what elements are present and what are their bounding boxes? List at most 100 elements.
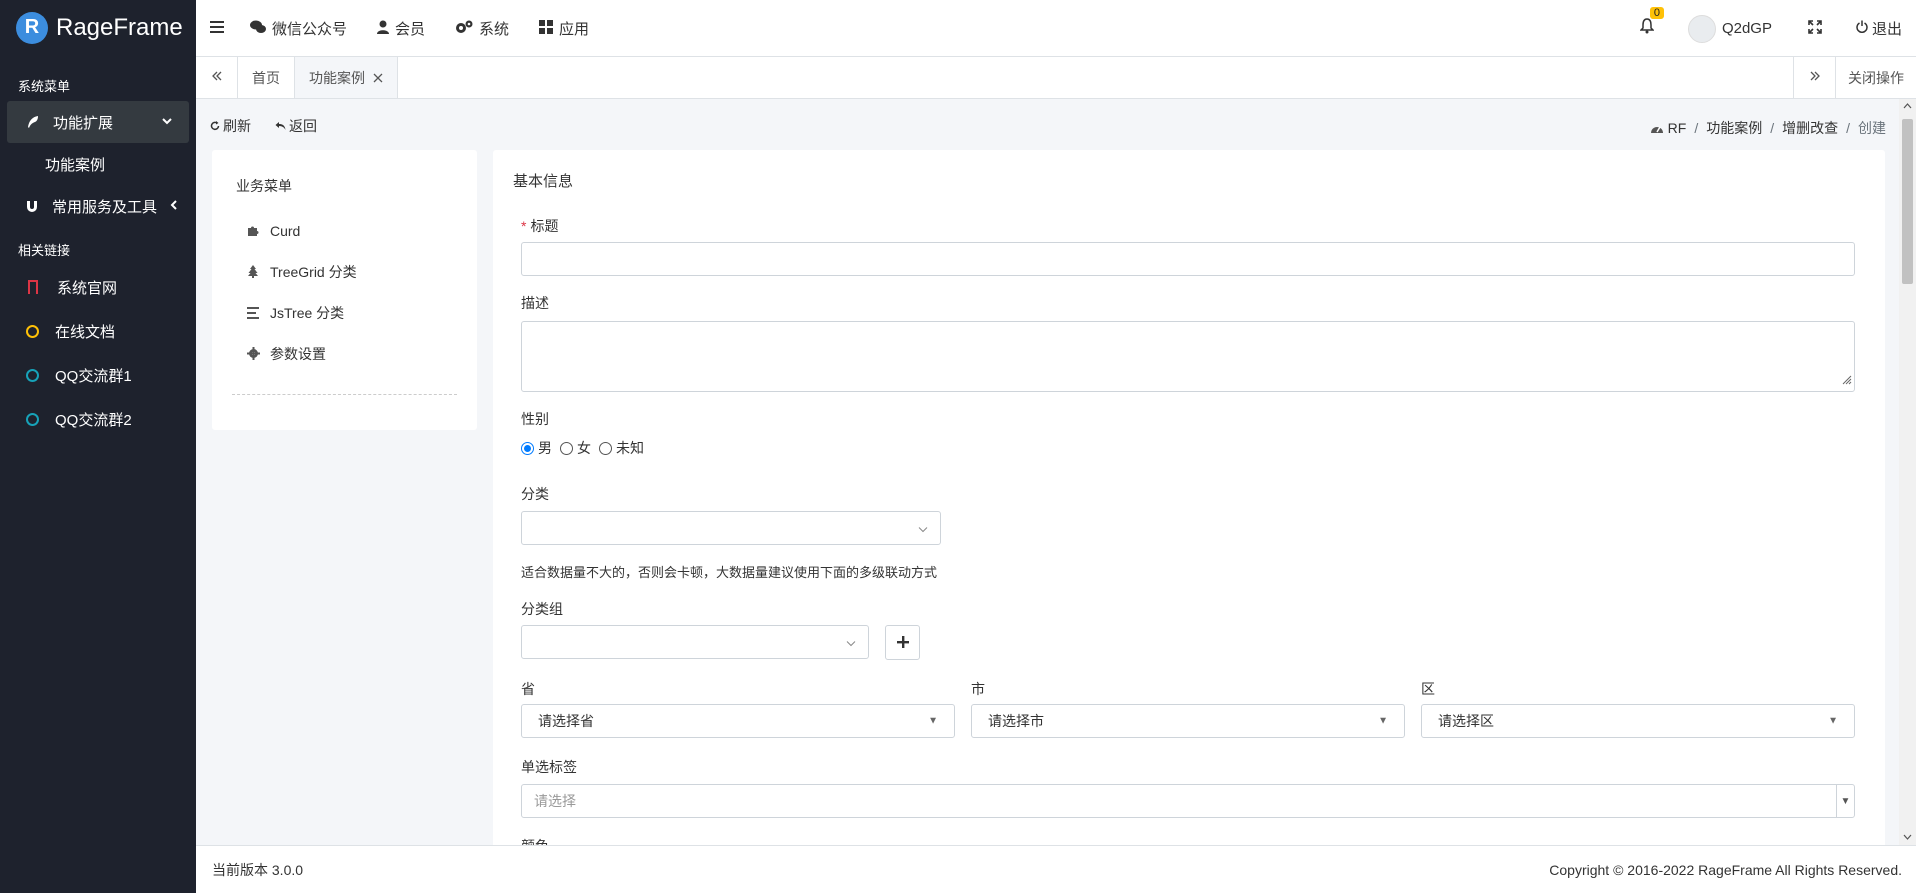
chevron-left-icon	[168, 199, 180, 214]
tabs-scroll-left-button[interactable]	[196, 57, 238, 98]
caret-down-icon: ▼	[928, 715, 938, 727]
province-select-value: 请选择省	[538, 713, 594, 729]
back-button[interactable]: 返回	[275, 116, 329, 136]
version-text: 当前版本 3.0.0	[212, 861, 304, 878]
sidebar-subitem-cases[interactable]: 功能案例	[0, 143, 196, 185]
brand-mark-icon: R	[16, 11, 48, 44]
business-menu-item-treegrid[interactable]: TreeGrid 分类	[212, 251, 477, 292]
double-chevron-left-icon	[211, 69, 223, 87]
nav-label: 应用	[559, 20, 590, 38]
notification-count-badge: 0	[1649, 7, 1664, 19]
page-tabs-bar: 首页 功能案例 关闭操作	[196, 57, 1916, 99]
close-operations-button[interactable]: 关闭操作	[1835, 57, 1916, 98]
refresh-icon	[210, 118, 220, 134]
title-input[interactable]	[521, 242, 1855, 276]
tabs-scroll-right-button[interactable]	[1793, 57, 1835, 98]
avatar[interactable]	[1687, 14, 1716, 43]
card-title: 基本信息	[513, 173, 574, 190]
sidebar-link-docs[interactable]: 在线文档	[0, 309, 196, 353]
tab-home[interactable]: 首页	[238, 57, 295, 98]
brand-logo[interactable]: R RageFrame	[0, 0, 196, 55]
chevron-down-icon	[846, 634, 856, 651]
sidebar-link-qq1[interactable]: QQ交流群1	[0, 353, 196, 397]
description-textarea[interactable]	[521, 321, 1855, 392]
page-scrollbar[interactable]	[1899, 99, 1916, 845]
province-label: 省	[521, 681, 535, 697]
copyright-text: Copyright © 2016-2022 RageFrame All Righ…	[1549, 861, 1902, 878]
feather-icon	[25, 115, 41, 129]
user-name[interactable]: Q2dGP	[1722, 20, 1772, 37]
gender-radio-female[interactable]	[560, 441, 573, 455]
business-menu-item-jstree[interactable]: JsTree 分类	[212, 292, 477, 333]
single-tag-placeholder: 请选择	[534, 793, 576, 809]
chevron-down-icon	[918, 520, 928, 537]
sidebar-section-links: 相关链接	[18, 242, 71, 258]
nav-member[interactable]: 会员	[377, 18, 425, 39]
gear-icon	[246, 347, 260, 360]
single-tag-label: 单选标签	[521, 759, 577, 775]
tab-cases[interactable]: 功能案例	[295, 57, 398, 98]
scroll-up-arrow-icon[interactable]	[1899, 101, 1916, 112]
area-select[interactable]: 请选择区 ▼	[1421, 704, 1855, 738]
city-label: 市	[971, 681, 985, 697]
add-category-group-button[interactable]	[885, 625, 920, 660]
puzzle-icon	[246, 224, 260, 237]
resize-handle-icon[interactable]	[1842, 372, 1852, 389]
sidebar-link-official[interactable]: 系统官网	[0, 265, 196, 309]
grid-icon	[539, 19, 554, 37]
fullscreen-button[interactable]	[1808, 19, 1822, 38]
category-select[interactable]	[521, 511, 941, 545]
expand-icon	[1808, 19, 1822, 38]
sidebar-link-qq2[interactable]: QQ交流群2	[0, 397, 196, 441]
close-icon[interactable]	[373, 70, 383, 86]
double-chevron-right-icon	[1809, 69, 1821, 87]
category-group-select[interactable]	[521, 625, 869, 659]
refresh-button[interactable]: 刷新	[210, 116, 263, 136]
nav-label: 会员	[395, 20, 426, 38]
sidebar-item-tools[interactable]: 常用服务及工具	[0, 185, 196, 227]
breadcrumb-item[interactable]: 功能案例	[1706, 118, 1762, 138]
breadcrumb-item[interactable]: RF	[1668, 120, 1687, 136]
logout-button[interactable]: 退出	[1856, 18, 1902, 39]
gender-radio-male[interactable]	[521, 441, 534, 455]
business-menu-label: 参数设置	[270, 345, 326, 362]
nav-wechat[interactable]: 微信公众号	[250, 18, 347, 39]
tree-icon	[246, 265, 260, 278]
business-menu-item-curd[interactable]: Curd	[212, 210, 477, 251]
business-menu-label: JsTree 分类	[270, 304, 345, 321]
sidebar-toggle-button[interactable]	[210, 20, 224, 37]
province-select[interactable]: 请选择省 ▼	[521, 704, 955, 738]
notifications-button[interactable]: 0	[1639, 7, 1664, 39]
nav-apps[interactable]: 应用	[539, 18, 589, 39]
gender-radio-group: 男 女 未知	[521, 438, 652, 458]
tab-label: 功能案例	[309, 69, 365, 86]
breadcrumb-separator: /	[1694, 120, 1699, 136]
caret-down-icon[interactable]: ▼	[1836, 785, 1854, 817]
brand-name: RageFrame	[56, 13, 183, 41]
gender-option-label: 未知	[616, 440, 644, 456]
nav-system[interactable]: 系统	[455, 18, 509, 39]
breadcrumb-item[interactable]: 增删改查	[1782, 118, 1838, 138]
sidebar-item-extensions[interactable]: 功能扩展	[7, 101, 189, 143]
city-select[interactable]: 请选择市 ▼	[971, 704, 1405, 738]
business-menu-item-settings[interactable]: 参数设置	[212, 333, 477, 374]
scroll-down-arrow-icon[interactable]	[1899, 832, 1916, 843]
sidebar-link-label: QQ交流群2	[55, 411, 132, 429]
business-menu-title: 业务菜单	[236, 178, 292, 194]
logout-label: 退出	[1871, 21, 1902, 38]
sidebar-item-label: 常用服务及工具	[52, 198, 158, 216]
plus-icon	[896, 631, 909, 654]
refresh-label: 刷新	[223, 118, 251, 134]
breadcrumb-current: 创建	[1858, 120, 1886, 136]
hamburger-icon	[210, 20, 224, 37]
category-label: 分类	[521, 486, 549, 502]
scrollbar-thumb[interactable]	[1902, 119, 1913, 284]
gender-radio-unknown[interactable]	[599, 441, 612, 455]
category-group-label: 分类组	[521, 601, 563, 617]
circle-icon	[26, 368, 39, 382]
sidebar: R RageFrame 系统菜单 功能扩展 功能案例 常用服务及工具 相关链接 …	[0, 0, 196, 893]
top-navbar: 微信公众号 会员 系统 应用 0 Q2dGP 退出	[196, 0, 1916, 57]
dashboard-icon	[1650, 122, 1664, 134]
gender-option-label: 男	[538, 440, 552, 456]
single-tag-select[interactable]: 请选择 ▼	[521, 784, 1855, 818]
